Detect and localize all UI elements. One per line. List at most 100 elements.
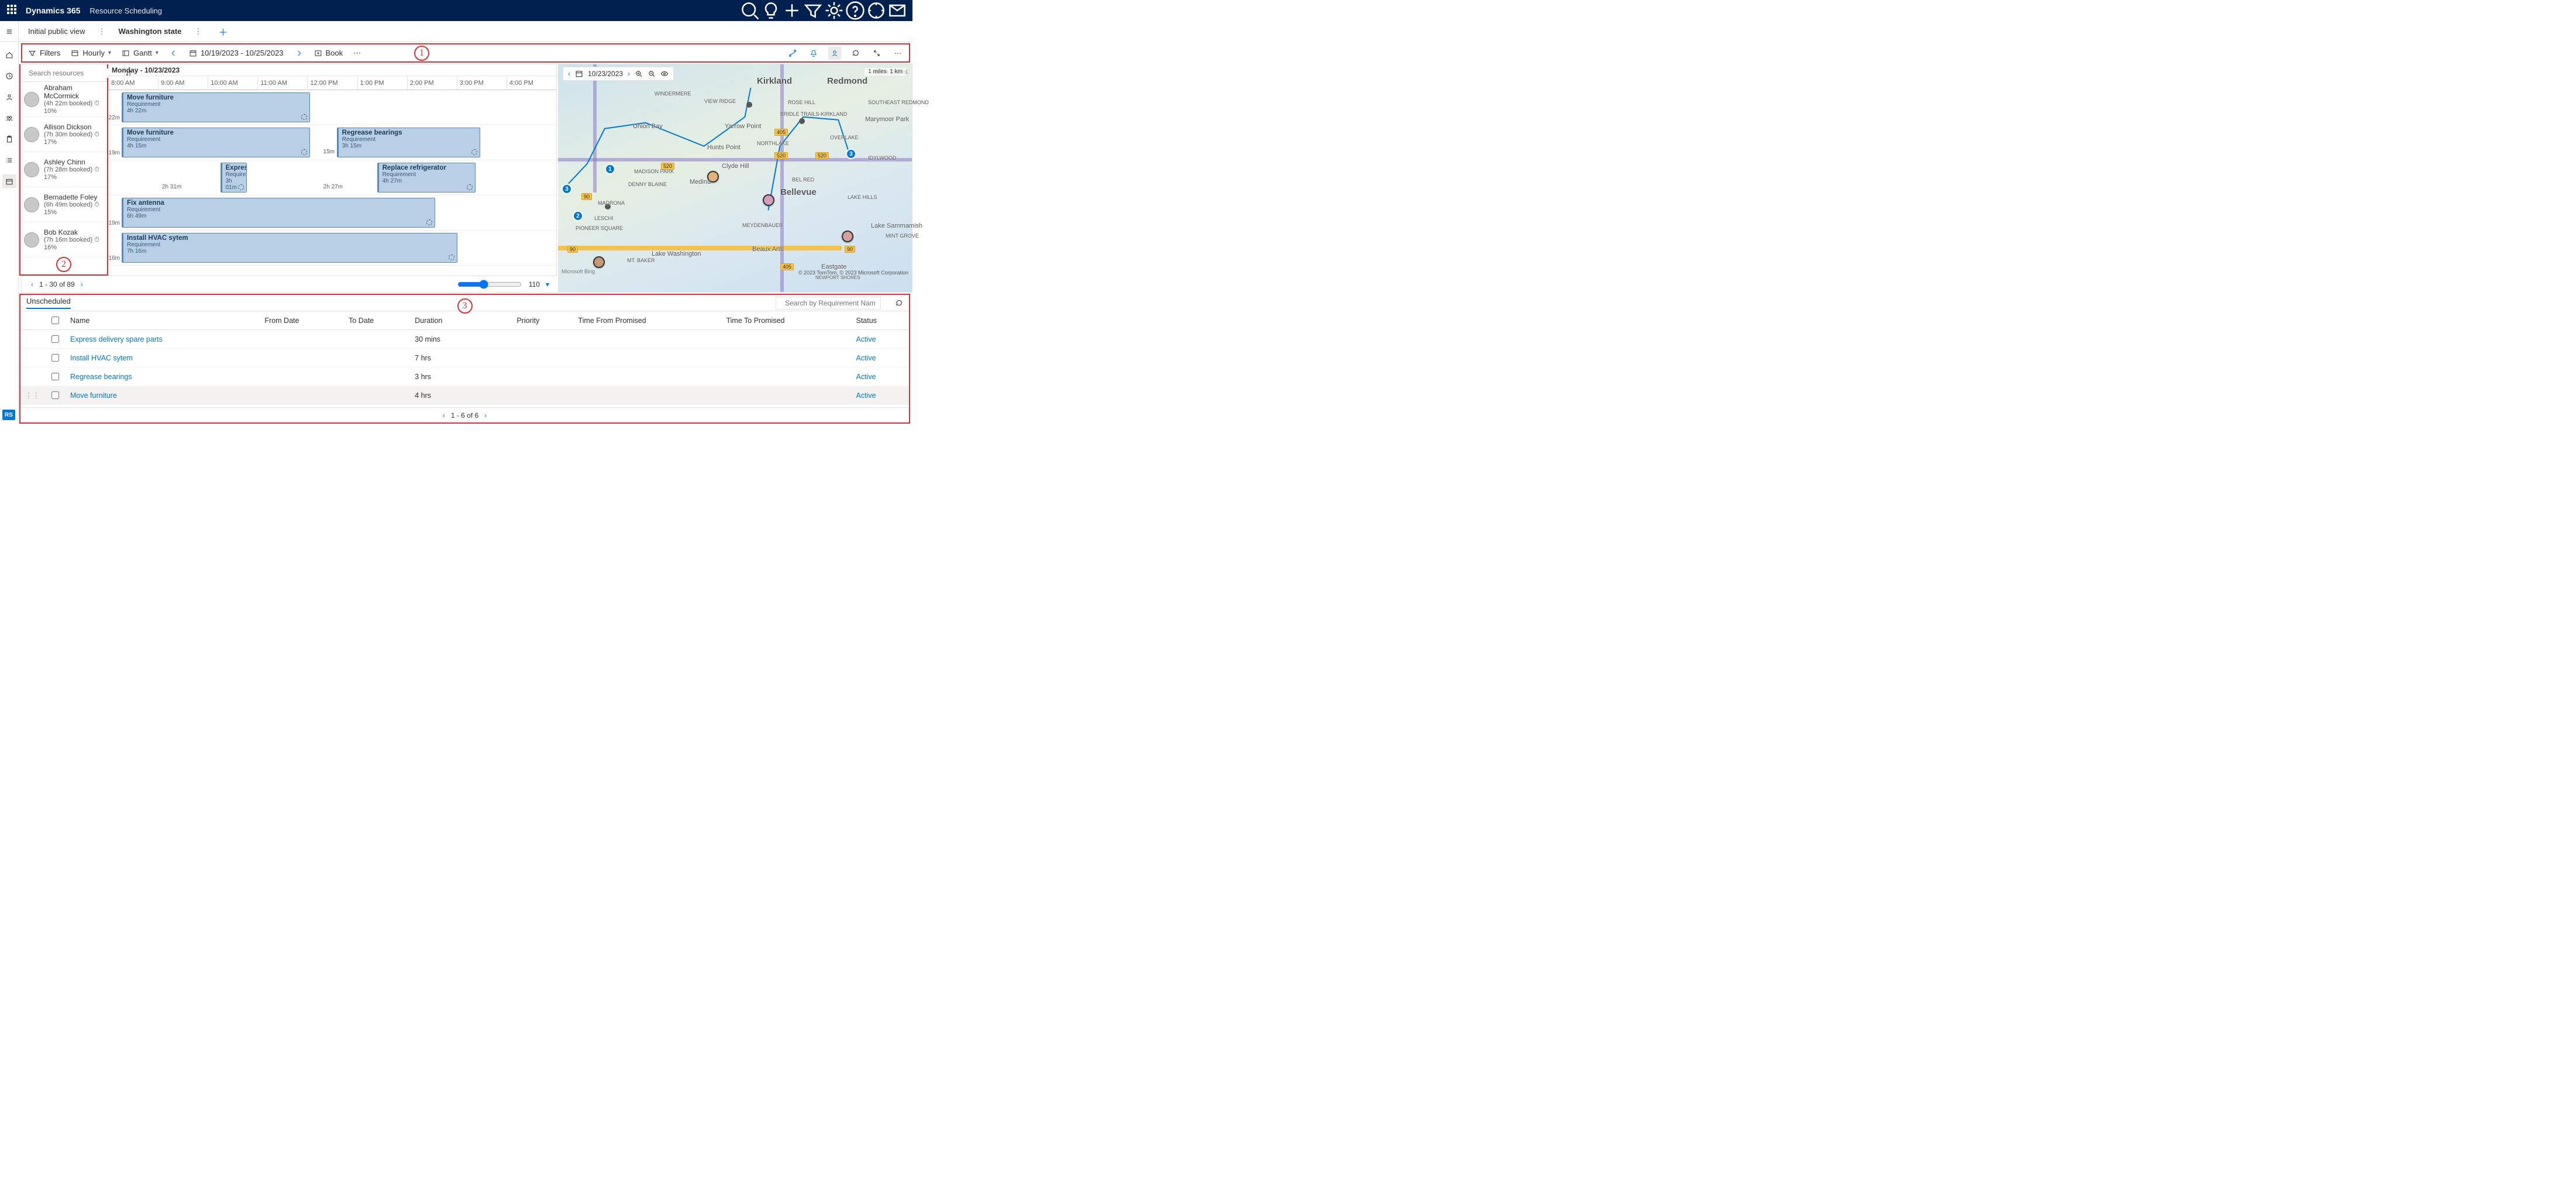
- more-icon[interactable]: ⋯: [891, 47, 904, 60]
- gantt-row[interactable]: 16mInstall HVAC sytem Requirement 7h 16m: [108, 231, 556, 266]
- resource-row[interactable]: Bernadette Foley (6h 49m booked) ⏱ 15%: [20, 187, 107, 222]
- zoom-dropdown-icon[interactable]: ▾: [546, 280, 549, 288]
- resource-filter-icon[interactable]: [828, 47, 841, 60]
- eye-icon[interactable]: [660, 70, 669, 78]
- route-icon[interactable]: [786, 47, 799, 60]
- view-tab-initial[interactable]: Initial public view: [25, 27, 89, 36]
- refresh-icon[interactable]: [849, 47, 862, 60]
- booking-block[interactable]: Regrease bearings Requirement 3h 15m: [337, 128, 480, 157]
- status-link[interactable]: Active: [856, 373, 876, 381]
- date-next-button[interactable]: [293, 49, 305, 57]
- requirement-link[interactable]: Install HVAC sytem: [70, 354, 133, 362]
- tab-unscheduled[interactable]: Unscheduled: [26, 297, 71, 309]
- pager-prev-icon[interactable]: ‹: [31, 280, 33, 288]
- panels-icon[interactable]: [887, 0, 908, 21]
- map-next-icon[interactable]: ›: [628, 70, 630, 78]
- column-header[interactable]: Time From Promised: [573, 311, 721, 330]
- column-header[interactable]: Duration: [410, 311, 512, 330]
- alerts-icon[interactable]: [807, 47, 820, 60]
- map-canvas[interactable]: 3 2 1 3 KirklandRedmondBellevueYarrow Po…: [558, 64, 912, 292]
- status-link[interactable]: Active: [856, 391, 876, 400]
- select-all-checkbox[interactable]: [51, 317, 59, 324]
- timescale-dropdown[interactable]: Hourly ▾: [70, 49, 112, 57]
- resource-row[interactable]: Allison Dickson (7h 30m booked) ⏱ 17%: [20, 117, 107, 152]
- map-waypoint[interactable]: [746, 102, 752, 108]
- map-date[interactable]: 10/23/2023: [588, 70, 623, 78]
- table-row[interactable]: ⋮⋮ Move furniture 4 hrs Active: [20, 386, 909, 405]
- column-header[interactable]: From Date: [260, 311, 344, 330]
- requirement-link[interactable]: Move furniture: [70, 391, 117, 400]
- add-view-icon[interactable]: ＋: [218, 25, 228, 39]
- table-row[interactable]: Install HVAC sytem 7 hrs Active: [20, 349, 909, 367]
- rail-recent-icon[interactable]: [2, 69, 16, 83]
- column-header[interactable]: Name: [66, 311, 260, 330]
- resource-row[interactable]: Bob Kozak (7h 16m booked) ⏱ 16%: [20, 222, 107, 257]
- map-prev-icon[interactable]: ‹: [568, 70, 570, 78]
- booking-block[interactable]: Fix antenna Requirement 6h 49m: [122, 198, 435, 228]
- toolbar-more-icon[interactable]: ⋯: [352, 49, 362, 58]
- column-header[interactable]: Time To Promised: [721, 311, 851, 330]
- map-stop-3b[interactable]: 3: [846, 149, 856, 159]
- zoom-in-icon[interactable]: [635, 70, 643, 78]
- resource-row[interactable]: Ashley Chinn (7h 28m booked) ⏱ 17%: [20, 152, 107, 187]
- view-tab-location[interactable]: Washington state: [115, 27, 185, 36]
- rail-person-icon[interactable]: [2, 90, 16, 104]
- map-stop-1[interactable]: 1: [605, 164, 615, 174]
- column-header[interactable]: To Date: [344, 311, 410, 330]
- rail-list-icon[interactable]: [2, 153, 16, 167]
- row-checkbox[interactable]: [51, 354, 59, 362]
- map-resource-pin[interactable]: [842, 231, 853, 242]
- row-checkbox[interactable]: [51, 391, 59, 399]
- map-resource-pin[interactable]: [593, 256, 605, 268]
- book-button[interactable]: Book: [313, 49, 345, 57]
- gantt-row[interactable]: 19mFix antenna Requirement 6h 49m: [108, 195, 556, 231]
- requirement-search-input[interactable]: [784, 298, 877, 308]
- app-launcher-icon[interactable]: [7, 5, 19, 16]
- booking-block[interactable]: Move furniture Requirement 4h 22m: [122, 92, 310, 122]
- gantt-rows[interactable]: 22mMove furniture Requirement 4h 22m 19m…: [108, 90, 556, 276]
- map-stop-2[interactable]: 2: [573, 211, 583, 221]
- drag-handle[interactable]: [20, 330, 44, 349]
- zoom-out-icon[interactable]: [648, 70, 656, 78]
- booking-block[interactable]: Install HVAC sytem Requirement 7h 16m: [122, 233, 458, 263]
- row-checkbox[interactable]: [51, 335, 59, 343]
- booking-block[interactable]: Move furniture Requirement 4h 15m: [122, 128, 310, 157]
- zoom-slider[interactable]: [457, 280, 522, 289]
- pager-next-icon[interactable]: ›: [484, 411, 487, 420]
- requirement-search[interactable]: [776, 297, 881, 310]
- status-link[interactable]: Active: [856, 335, 876, 343]
- table-row[interactable]: Express delivery spare parts 30 mins Act…: [20, 330, 909, 349]
- row-checkbox[interactable]: [51, 373, 59, 380]
- drag-handle[interactable]: [20, 349, 44, 367]
- requirement-link[interactable]: Regrease bearings: [70, 373, 132, 381]
- drag-handle[interactable]: [20, 367, 44, 386]
- drag-handle[interactable]: ⋮⋮: [20, 386, 44, 405]
- filters-button[interactable]: Filters: [27, 49, 61, 57]
- filter-icon[interactable]: [803, 0, 824, 21]
- gantt-row[interactable]: 22mMove furniture Requirement 4h 22m: [108, 90, 556, 125]
- rail-home-icon[interactable]: [2, 48, 16, 62]
- rail-people-icon[interactable]: [2, 111, 16, 125]
- gantt-row[interactable]: 19mMove furniture Requirement 4h 15m 15m…: [108, 125, 556, 160]
- refresh-icon[interactable]: [895, 299, 903, 307]
- gantt-row[interactable]: 2h 31m2h 27mExpress Requirem 3h 01m Repl…: [108, 160, 556, 195]
- add-icon[interactable]: [781, 0, 803, 21]
- map-resource-pin[interactable]: [763, 194, 774, 206]
- layout-dropdown[interactable]: Gantt ▾: [120, 49, 160, 57]
- map-stop-3[interactable]: 3: [562, 184, 572, 194]
- pager-next-icon[interactable]: ›: [81, 280, 83, 288]
- column-header[interactable]: Status: [852, 311, 910, 330]
- app-badge[interactable]: RS: [2, 410, 15, 420]
- search-icon[interactable]: [739, 0, 760, 21]
- booking-block[interactable]: Replace refrigerator Requirement 4h 27m: [377, 163, 476, 193]
- date-range-picker[interactable]: 10/19/2023 - 10/25/2023: [188, 49, 285, 57]
- pager-prev-icon[interactable]: ‹: [443, 411, 445, 420]
- rail-calendar-icon[interactable]: [2, 174, 16, 188]
- settings2-icon[interactable]: [866, 0, 887, 21]
- expand-icon[interactable]: [870, 47, 883, 60]
- collapse-rail-icon[interactable]: [0, 21, 19, 42]
- booking-block[interactable]: Express Requirem 3h 01m: [221, 163, 247, 193]
- date-prev-button[interactable]: [168, 49, 180, 57]
- resource-search-input[interactable]: [27, 68, 120, 78]
- column-header[interactable]: Priority: [512, 311, 573, 330]
